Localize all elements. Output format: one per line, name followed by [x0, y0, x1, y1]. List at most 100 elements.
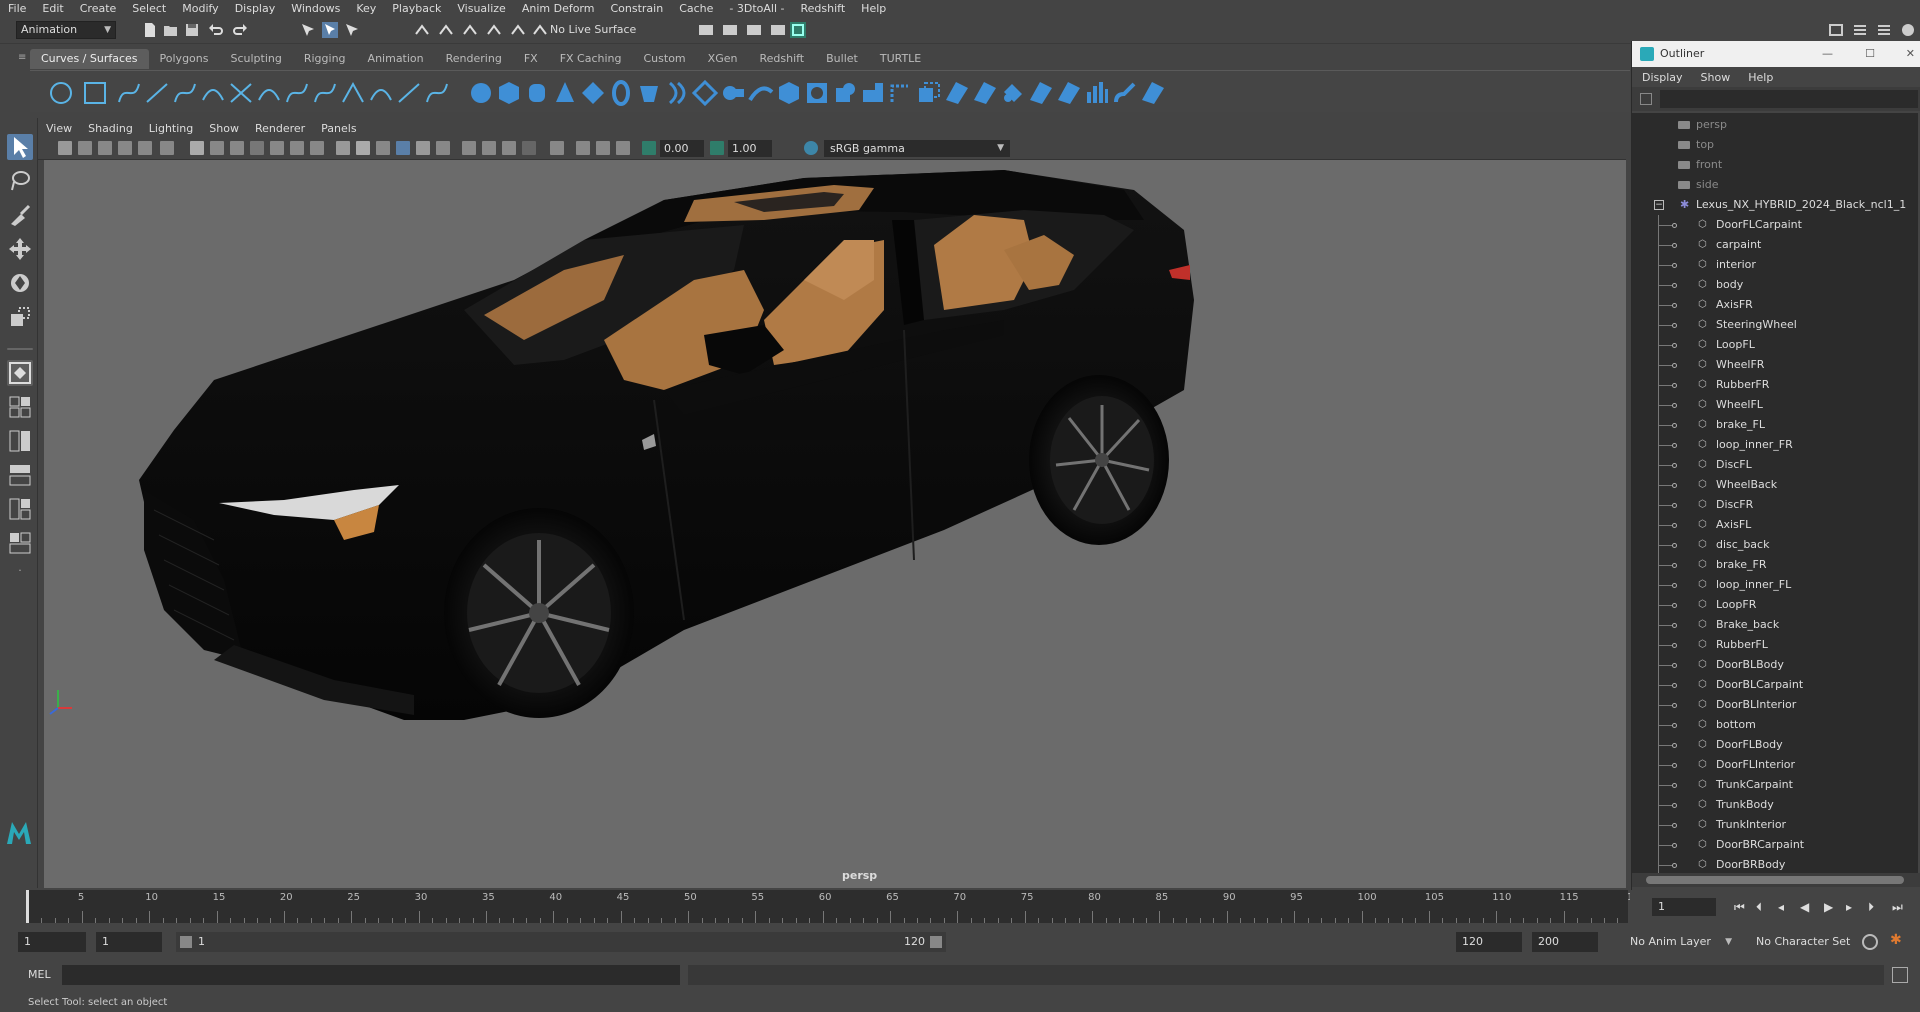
script-editor-icon[interactable]: [1892, 967, 1908, 983]
menu-playback[interactable]: Playback: [384, 2, 449, 15]
outliner-titlebar[interactable]: Outliner — ☐ ✕: [1632, 41, 1920, 67]
menu-redshift[interactable]: Redshift: [793, 2, 854, 15]
expand-circle-icon[interactable]: [1672, 283, 1677, 288]
select-object-icon[interactable]: [322, 22, 338, 38]
isolate-select-icon[interactable]: [550, 141, 564, 155]
detach-curves-icon[interactable]: [284, 80, 310, 106]
offset-curve-icon[interactable]: [368, 80, 394, 106]
outliner-item-doorbrcarpaint[interactable]: ⬡ DoorBRCarpaint: [1632, 835, 1918, 855]
outliner-item-doorblcarpaint[interactable]: ⬡ DoorBLCarpaint: [1632, 675, 1918, 695]
expand-circle-icon[interactable]: [1672, 723, 1677, 728]
shelf-menu-icon[interactable]: ≡: [18, 52, 28, 66]
collapse-icon[interactable]: −: [1654, 200, 1664, 210]
outliner-item-loopfr[interactable]: ⬡ LoopFR: [1632, 595, 1918, 615]
rotate-tool-icon[interactable]: [7, 270, 33, 296]
viewport-persp[interactable]: persp: [44, 160, 1626, 888]
textured-icon[interactable]: [396, 141, 410, 155]
four-view-layout-icon[interactable]: [7, 394, 33, 420]
expand-circle-icon[interactable]: [1672, 783, 1677, 788]
viewport-menu-view[interactable]: View: [38, 122, 80, 135]
step-back-key-icon[interactable]: ⏴: [1756, 900, 1762, 915]
outliner-item-rubberfl[interactable]: ⬡ RubberFL: [1632, 635, 1918, 655]
menu-edit[interactable]: Edit: [34, 2, 71, 15]
project-curve-icon[interactable]: [1028, 80, 1054, 106]
bookmark-icon[interactable]: [98, 141, 112, 155]
menu-create[interactable]: Create: [72, 2, 125, 15]
bezier-curve-icon[interactable]: [228, 80, 254, 106]
offset-surface-icon[interactable]: [916, 80, 942, 106]
shadows-icon[interactable]: [436, 141, 450, 155]
outliner-item-trunkinterior[interactable]: ⬡ TrunkInterior: [1632, 815, 1918, 835]
save-scene-icon[interactable]: [184, 22, 200, 38]
outliner-item-doorflinterior[interactable]: ⬡ DoorFLInterior: [1632, 755, 1918, 775]
expand-circle-icon[interactable]: [1672, 223, 1677, 228]
nurbs-cylinder-icon[interactable]: [524, 80, 550, 106]
expand-circle-icon[interactable]: [1672, 663, 1677, 668]
current-time-marker[interactable]: [26, 890, 29, 923]
arc-tool-icon[interactable]: [200, 80, 226, 106]
expand-circle-icon[interactable]: [1672, 403, 1677, 408]
outliner-horizontal-scrollbar[interactable]: [1632, 873, 1920, 887]
expand-circle-icon[interactable]: [1672, 583, 1677, 588]
tool-settings-icon[interactable]: [1900, 22, 1916, 38]
new-scene-icon[interactable]: [142, 22, 158, 38]
hypershade-layout-icon[interactable]: [7, 530, 33, 556]
wireframe-icon[interactable]: [336, 141, 350, 155]
ep-curve-icon[interactable]: [144, 80, 170, 106]
menu-3dtoall[interactable]: - 3DtoAll -: [721, 2, 792, 15]
anim-layer-select[interactable]: No Anim Layer ▼: [1624, 932, 1734, 952]
expand-circle-icon[interactable]: [1672, 383, 1677, 388]
revolve-icon[interactable]: [636, 80, 662, 106]
ipr-render-icon[interactable]: [746, 22, 762, 38]
snap-view-plane-icon[interactable]: [486, 22, 502, 38]
shelf-tab-bullet[interactable]: Bullet: [815, 49, 869, 69]
expand-circle-icon[interactable]: [1672, 503, 1677, 508]
expand-circle-icon[interactable]: [1672, 623, 1677, 628]
gamma-field[interactable]: 1.00: [728, 140, 772, 157]
scale-tool-icon[interactable]: [7, 304, 33, 330]
range-start-handle[interactable]: [180, 936, 192, 948]
attribute-editor-icon[interactable]: [1852, 22, 1868, 38]
redshift-render-icon[interactable]: [790, 22, 806, 38]
extend-surface-icon[interactable]: [888, 80, 914, 106]
rebuild-curve-icon[interactable]: [396, 80, 422, 106]
gate-mask-icon[interactable]: [250, 141, 264, 155]
expand-circle-icon[interactable]: [1672, 423, 1677, 428]
outliner-item-loop-inner-fr[interactable]: ⬡ loop_inner_FR: [1632, 435, 1918, 455]
shelf-tab-rendering[interactable]: Rendering: [434, 49, 513, 69]
sculpt-icon[interactable]: [1084, 80, 1110, 106]
grid-icon[interactable]: [190, 141, 204, 155]
persp-graph-layout-icon[interactable]: [7, 496, 33, 522]
viewport-menu-lighting[interactable]: Lighting: [141, 122, 201, 135]
wireframe-on-shaded-icon[interactable]: [376, 141, 390, 155]
outliner-item-brake-fl[interactable]: ⬡ brake_FL: [1632, 415, 1918, 435]
expand-circle-icon[interactable]: [1672, 643, 1677, 648]
outliner-item-discfr[interactable]: ⬡ DiscFR: [1632, 495, 1918, 515]
loft-icon[interactable]: [664, 80, 690, 106]
menu-windows[interactable]: Windows: [283, 2, 348, 15]
outliner-item-rubberfr[interactable]: ⬡ RubberFR: [1632, 375, 1918, 395]
nurbs-torus-icon[interactable]: [608, 80, 634, 106]
animation-start-field[interactable]: 1: [18, 932, 86, 952]
command-input[interactable]: [62, 965, 680, 985]
outliner-item-disc-back[interactable]: ⬡ disc_back: [1632, 535, 1918, 555]
outliner-item-trunkcarpaint[interactable]: ⬡ TrunkCarpaint: [1632, 775, 1918, 795]
menu-display[interactable]: Display: [227, 2, 284, 15]
step-forward-key-icon[interactable]: ⏵: [1868, 900, 1874, 915]
menu-anim-deform[interactable]: Anim Deform: [514, 2, 603, 15]
outliner-item-loop-inner-fl[interactable]: ⬡ loop_inner_FL: [1632, 575, 1918, 595]
square-surface-icon[interactable]: [832, 80, 858, 106]
toolbox-more-icon[interactable]: ·: [7, 564, 33, 590]
outliner-layout-icon[interactable]: [7, 462, 33, 488]
camera-select-icon[interactable]: [58, 141, 72, 155]
outliner-menu-show[interactable]: Show: [1691, 71, 1739, 84]
intersect-icon[interactable]: [1056, 80, 1082, 106]
expand-circle-icon[interactable]: [1672, 483, 1677, 488]
outliner-item-wheelfl[interactable]: ⬡ WheelFL: [1632, 395, 1918, 415]
menu-file[interactable]: File: [0, 2, 34, 15]
expand-circle-icon[interactable]: [1672, 443, 1677, 448]
outliner-menu-display[interactable]: Display: [1632, 71, 1691, 84]
expand-circle-icon[interactable]: [1672, 803, 1677, 808]
grease-pencil-icon[interactable]: [138, 141, 152, 155]
shelf-tab-redshift[interactable]: Redshift: [748, 49, 816, 69]
